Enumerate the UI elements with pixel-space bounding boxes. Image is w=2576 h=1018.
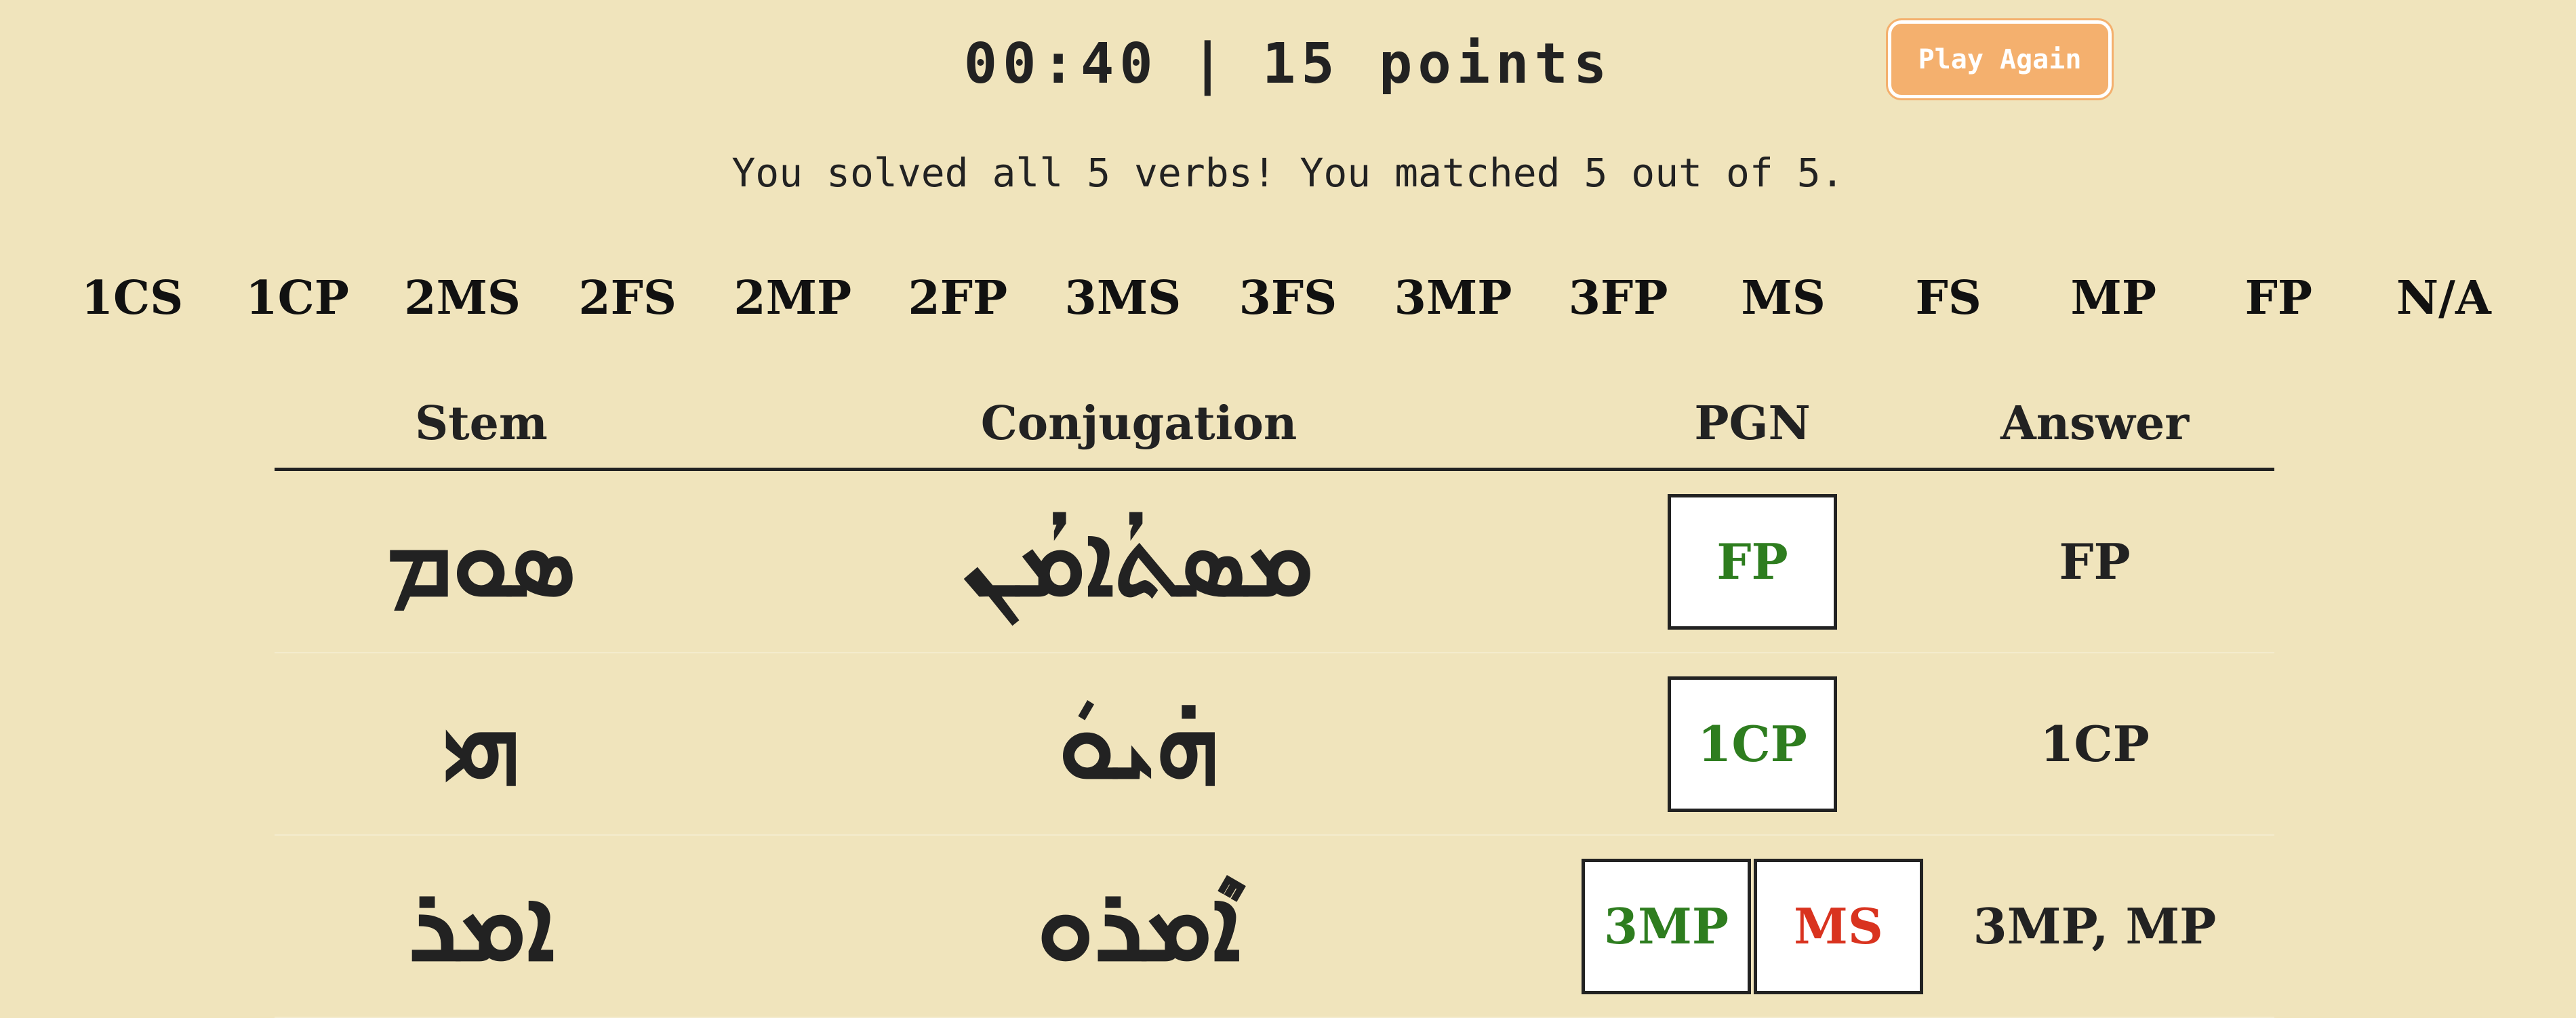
pgn-option[interactable]: 1CS: [51, 264, 214, 332]
verbs-table: Stem Conjugation PGN Answer ܣܘܡ ܡܣܬܳܐܡܳܢ F…: [275, 380, 2274, 1018]
stem-cell: ܐܡܪ: [407, 866, 555, 984]
conjugation-cell: ܡܣܬܳܐܡܳܢ: [964, 502, 1314, 619]
pgn-guesses: FP: [1668, 493, 1837, 630]
pgn-options-bar: 1CS 1CP 2MS 2FS 2MP 2FP 3MS 3FS 3MP 3FP MS FS MP FP N/…: [51, 264, 2525, 332]
pgn-option[interactable]: 3FS: [1207, 264, 1369, 332]
result-message: You solved all 5 verbs! You matched 5 ou…: [731, 150, 1845, 196]
pgn-cell: FP: [1590, 471, 1915, 652]
pgn-option[interactable]: MS: [1702, 264, 1865, 332]
pgn-guesses: 3MP MS: [1582, 858, 1923, 994]
pgn-guess-box: 3MP: [1582, 858, 1751, 994]
stem-cell: ܣܘܡ: [386, 502, 576, 619]
pgn-option[interactable]: FP: [2197, 264, 2360, 332]
pgn-option[interactable]: 1CP: [216, 264, 379, 332]
pgn-option[interactable]: 3MS: [1041, 264, 1204, 332]
header-answer: Answer: [2000, 396, 2190, 451]
pgn-option[interactable]: FS: [1867, 264, 2030, 332]
stem-cell: ܗܝ: [442, 684, 521, 802]
header-pgn: PGN: [1694, 396, 1811, 451]
pgn-option[interactable]: N/A: [2362, 264, 2525, 332]
answer-cell: 1CP: [2040, 715, 2150, 773]
pgn-guess-box: MS: [1754, 858, 1923, 994]
score: 15 points: [1262, 32, 1613, 96]
pgn-guess-box: 1CP: [1668, 676, 1837, 812]
conjugation-cell: ܗ̇ܝܘܿ: [1058, 684, 1220, 802]
status-separator: |: [1190, 32, 1230, 96]
table-row: ܣܘܡ ܡܣܬܳܐܡܳܢ FP FP: [275, 471, 2274, 653]
pgn-option[interactable]: 2MS: [381, 264, 544, 332]
pgn-cell: 3MP MS: [1582, 836, 1923, 1017]
pgn-option[interactable]: 3FP: [1537, 264, 1699, 332]
table-header: Stem Conjugation PGN Answer: [275, 380, 2274, 471]
answer-cell: 3MP, MP: [1973, 897, 2217, 955]
pgn-option[interactable]: MP: [2032, 264, 2195, 332]
header-conjugation: Conjugation: [980, 396, 1297, 451]
table-row: ܗܝ ܗ̇ܝܘܿ 1CP 1CP: [275, 653, 2274, 836]
pgn-option[interactable]: 2MP: [711, 264, 874, 332]
conjugation-cell: ܐܶܡܪܘ: [1037, 866, 1241, 984]
pgn-cell: 1CP: [1590, 653, 1915, 834]
answer-cell: FP: [2059, 533, 2131, 590]
play-again-button[interactable]: Play Again: [1886, 18, 2114, 100]
table-row: ܐܡܪ ܐܶܡܪܘ 3MP MS 3MP, MP: [275, 836, 2274, 1018]
pgn-guess-box: FP: [1668, 493, 1837, 630]
status-line: 00:40 | 15 points: [0, 27, 2576, 102]
table-body: ܣܘܡ ܡܣܬܳܐܡܳܢ FP FP ܗܝ ܗ̇ܝܘܿ 1CP 1CP ܐܡܪ ܐܶܡܪܘ 3MP M…: [275, 471, 2274, 1018]
header-stem: Stem: [415, 396, 548, 451]
pgn-guesses: 1CP: [1668, 676, 1837, 812]
pgn-option[interactable]: 2FP: [877, 264, 1039, 332]
timer: 00:40: [963, 32, 1159, 96]
pgn-option[interactable]: 2FS: [546, 264, 709, 332]
pgn-option[interactable]: 3MP: [1372, 264, 1535, 332]
